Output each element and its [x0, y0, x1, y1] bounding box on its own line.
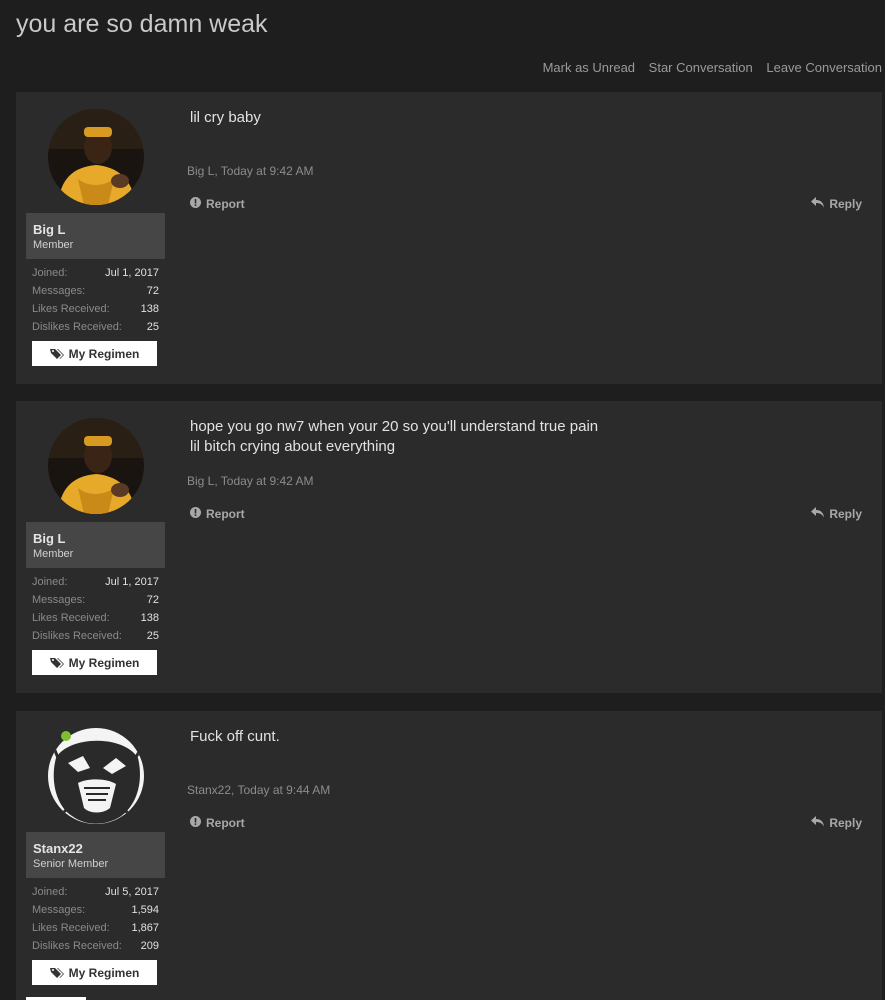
- reply-label: Reply: [829, 197, 862, 211]
- message-line: hope you go nw7 when your 20 so you'll u…: [190, 418, 599, 435]
- message-text: Fuck off cunt.: [190, 727, 842, 747]
- likes-received-label: Likes Received:: [32, 303, 110, 315]
- report-button[interactable]: Report: [190, 816, 245, 830]
- likes-received-label: Likes Received:: [32, 922, 110, 934]
- user-stats: Joined: Jul 1, 2017 Messages: 72 Likes Rec…: [32, 573, 159, 645]
- message-meta[interactable]: Stanx22, Today at 9:44 AM: [187, 783, 330, 797]
- avatar[interactable]: [48, 109, 144, 205]
- message-meta[interactable]: Big L, Today at 9:42 AM: [187, 164, 314, 178]
- my-regimen-label: My Regimen: [68, 655, 140, 670]
- user-stats: Joined: Jul 1, 2017 Messages: 72 Likes Rec…: [32, 264, 159, 336]
- messages-label: Messages:: [32, 904, 86, 916]
- dislikes-received-label: Dislikes Received:: [32, 321, 122, 333]
- messages-label: Messages:: [32, 594, 86, 606]
- message: Big L Member Joined: Jul 1, 2017 Messages…: [16, 401, 882, 693]
- joined-label: Joined:: [32, 576, 68, 588]
- reply-icon: [811, 816, 829, 830]
- joined-value: Jul 1, 2017: [105, 576, 159, 588]
- message-text: lil cry baby: [190, 108, 842, 128]
- likes-received-value: 1,867: [131, 922, 159, 934]
- message-text: hope you go nw7 when your 20 so you'll u…: [190, 417, 842, 457]
- message: Stanx22 Senior Member Joined: Jul 5, 2017…: [16, 711, 882, 1000]
- avatar[interactable]: [48, 418, 144, 514]
- user-title: Member: [33, 548, 74, 560]
- dislikes-received-label: Dislikes Received:: [32, 940, 122, 952]
- likes-received-value: 138: [140, 303, 159, 315]
- star-conversation-link[interactable]: Star Conversation: [649, 60, 753, 75]
- messages-label: Messages:: [32, 285, 86, 297]
- report-button[interactable]: Report: [190, 197, 245, 211]
- mark-as-unread-link[interactable]: Mark as Unread: [543, 60, 635, 75]
- online-indicator: [61, 731, 71, 741]
- page-title: you are so damn weak: [16, 10, 268, 38]
- dislikes-received-value: 25: [146, 630, 159, 642]
- likes-received-label: Likes Received:: [32, 612, 110, 624]
- message-line: lil bitch crying about everything: [190, 438, 396, 455]
- messages-value[interactable]: 72: [147, 282, 159, 300]
- likes-received-value: 138: [140, 612, 159, 624]
- reply-button[interactable]: Reply: [811, 197, 862, 211]
- joined-label: Joined:: [32, 267, 68, 279]
- username[interactable]: Big L: [33, 222, 66, 237]
- username[interactable]: Big L: [33, 531, 66, 546]
- report-icon: [190, 507, 206, 521]
- tags-icon: [49, 657, 64, 669]
- user-name-box: Big L Member: [26, 522, 165, 568]
- message-meta[interactable]: Big L, Today at 9:42 AM: [187, 474, 314, 488]
- report-label: Report: [206, 507, 245, 521]
- reply-label: Reply: [829, 816, 862, 830]
- user-name-box: Stanx22 Senior Member: [26, 832, 165, 878]
- my-regimen-button[interactable]: My Regimen: [32, 960, 157, 985]
- report-label: Report: [206, 197, 245, 211]
- reply-icon: [811, 507, 829, 521]
- dislikes-received-label: Dislikes Received:: [32, 630, 122, 642]
- reply-icon: [811, 197, 829, 211]
- username[interactable]: Stanx22: [33, 841, 83, 856]
- reply-label: Reply: [829, 507, 862, 521]
- user-stats: Joined: Jul 5, 2017 Messages: 1,594 Likes …: [32, 883, 159, 955]
- user-title: Senior Member: [33, 858, 109, 870]
- report-label: Report: [206, 816, 245, 830]
- report-icon: [190, 197, 206, 211]
- avatar[interactable]: [48, 728, 144, 824]
- messages-value[interactable]: 1,594: [131, 901, 159, 919]
- reply-button[interactable]: Reply: [811, 507, 862, 521]
- my-regimen-label: My Regimen: [68, 965, 140, 980]
- messages-value[interactable]: 72: [147, 591, 159, 609]
- report-button[interactable]: Report: [190, 507, 245, 521]
- message-line: lil cry baby: [190, 109, 261, 126]
- tags-icon: [49, 967, 64, 979]
- my-regimen-label: My Regimen: [68, 346, 140, 361]
- dislikes-received-value: 209: [140, 940, 159, 952]
- user-title: Member: [33, 239, 74, 251]
- report-icon: [190, 816, 206, 830]
- message-line: Fuck off cunt.: [190, 728, 280, 745]
- joined-label: Joined:: [32, 886, 68, 898]
- joined-value: Jul 5, 2017: [105, 886, 159, 898]
- tags-icon: [49, 348, 64, 360]
- joined-value: Jul 1, 2017: [105, 267, 159, 279]
- message: Big L Member Joined: Jul 1, 2017 Messages…: [16, 92, 882, 384]
- my-regimen-button[interactable]: My Regimen: [32, 650, 157, 675]
- dislikes-received-value: 25: [146, 321, 159, 333]
- leave-conversation-link[interactable]: Leave Conversation: [766, 60, 882, 75]
- my-regimen-button[interactable]: My Regimen: [32, 341, 157, 366]
- user-name-box: Big L Member: [26, 213, 165, 259]
- reply-button[interactable]: Reply: [811, 816, 862, 830]
- conversation-actions: Mark as Unread Star Conversation Leave C…: [533, 60, 882, 75]
